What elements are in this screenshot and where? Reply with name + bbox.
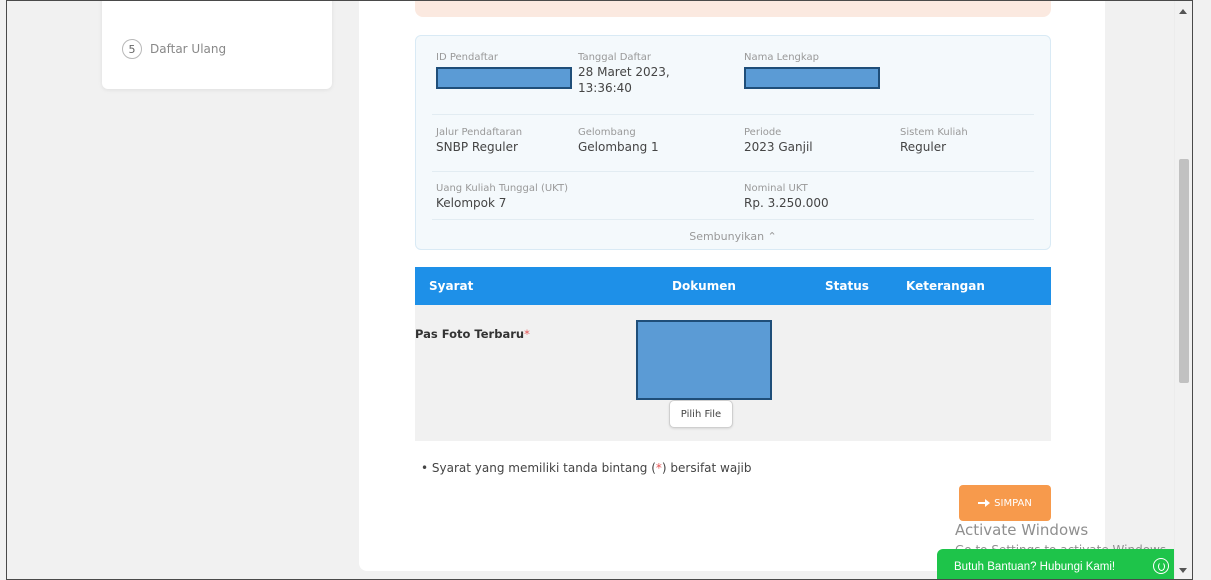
- note-text-end: ) bersifat wajib: [661, 461, 752, 475]
- help-contact-button[interactable]: Butuh Bantuan? Hubungi Kami!: [937, 549, 1183, 579]
- choose-file-button[interactable]: Pilih File: [669, 400, 733, 428]
- vertical-scrollbar[interactable]: [1174, 1, 1192, 579]
- save-button[interactable]: SIMPAN: [959, 485, 1051, 521]
- header-syarat: Syarat: [429, 279, 474, 293]
- required-star: *: [524, 327, 530, 341]
- requirement-text: Pas Foto Terbaru: [415, 327, 525, 341]
- document-preview-redacted: [636, 320, 772, 400]
- step-label: Daftar Ulang: [150, 42, 227, 56]
- divider: [432, 171, 1034, 172]
- watermark-title: Activate Windows: [955, 521, 1089, 539]
- ukt-value: Kelompok 7: [436, 196, 507, 210]
- jalur-field: Jalur Pendaftaran SNBP Reguler: [436, 126, 522, 155]
- step-number-badge: 5: [122, 39, 142, 59]
- browser-viewport: 5 Daftar Ulang ID Pendaftar Tanggal Daft…: [6, 0, 1193, 580]
- scrollbar-thumb[interactable]: [1179, 159, 1189, 383]
- sistem-kuliah-field: Sistem Kuliah Reguler: [900, 126, 968, 155]
- nama-lengkap-redacted: [744, 67, 880, 89]
- main-card: ID Pendaftar Tanggal Daftar 28 Maret 202…: [359, 1, 1105, 571]
- note-bullet: •: [421, 461, 429, 475]
- table-row: Pas Foto Terbaru* Pilih File: [415, 305, 1051, 441]
- gelombang-label: Gelombang: [578, 127, 636, 138]
- gelombang-field: Gelombang Gelombang 1: [578, 126, 659, 155]
- id-pendaftar-field: ID Pendaftar: [436, 51, 572, 89]
- sistem-kuliah-label: Sistem Kuliah: [900, 127, 968, 138]
- header-status: Status: [825, 279, 869, 293]
- header-keterangan: Keterangan: [906, 279, 985, 293]
- periode-label: Periode: [744, 127, 782, 138]
- tanggal-daftar-value-date: 28 Maret 2023,: [578, 65, 670, 79]
- help-label: Butuh Bantuan? Hubungi Kami!: [954, 561, 1116, 573]
- save-label: SIMPAN: [994, 497, 1032, 509]
- scroll-down-arrow-icon[interactable]: [1179, 568, 1187, 573]
- periode-value: 2023 Ganjil: [744, 140, 813, 154]
- registration-info-box: ID Pendaftar Tanggal Daftar 28 Maret 202…: [415, 35, 1051, 250]
- note-text-start: Syarat yang memiliki tanda bintang (: [431, 461, 656, 475]
- nominal-ukt-value: Rp. 3.250.000: [744, 196, 829, 210]
- requirements-table-header: Syarat Dokumen Status Keterangan: [415, 267, 1051, 305]
- sembunyikan-toggle[interactable]: Sembunyikan ⌃: [416, 230, 1050, 243]
- jalur-value: SNBP Reguler: [436, 140, 518, 154]
- nominal-ukt-label: Nominal UKT: [744, 183, 808, 194]
- whatsapp-icon: [1153, 558, 1169, 574]
- arrow-right-icon: [978, 499, 991, 507]
- steps-sidebar-card: 5 Daftar Ulang: [102, 1, 332, 89]
- sistem-kuliah-value: Reguler: [900, 140, 947, 154]
- header-dokumen: Dokumen: [672, 279, 736, 293]
- divider: [432, 219, 1034, 220]
- tanggal-daftar-label: Tanggal Daftar: [578, 52, 652, 63]
- divider: [432, 114, 1034, 115]
- ukt-label: Uang Kuliah Tunggal (UKT): [436, 183, 568, 194]
- id-pendaftar-redacted: [436, 67, 572, 89]
- alert-strip: [415, 1, 1051, 17]
- gelombang-value: Gelombang 1: [578, 140, 659, 154]
- requirement-label: Pas Foto Terbaru*: [415, 327, 530, 341]
- nama-lengkap-field: Nama Lengkap: [744, 51, 880, 89]
- scroll-up-arrow-icon[interactable]: [1179, 9, 1187, 14]
- tanggal-daftar-field: Tanggal Daftar 28 Maret 2023, 13:36:40: [578, 51, 670, 96]
- tanggal-daftar-value-time: 13:36:40: [578, 81, 632, 95]
- id-pendaftar-label: ID Pendaftar: [436, 52, 498, 63]
- periode-field: Periode 2023 Ganjil: [744, 126, 813, 155]
- nominal-ukt-field: Nominal UKT Rp. 3.250.000: [744, 182, 829, 211]
- nama-lengkap-label: Nama Lengkap: [744, 52, 819, 63]
- required-note: • Syarat yang memiliki tanda bintang (*)…: [421, 461, 752, 475]
- jalur-label: Jalur Pendaftaran: [436, 127, 523, 138]
- ukt-field: Uang Kuliah Tunggal (UKT) Kelompok 7: [436, 182, 568, 211]
- sidebar-step-daftar-ulang[interactable]: 5 Daftar Ulang: [122, 39, 226, 59]
